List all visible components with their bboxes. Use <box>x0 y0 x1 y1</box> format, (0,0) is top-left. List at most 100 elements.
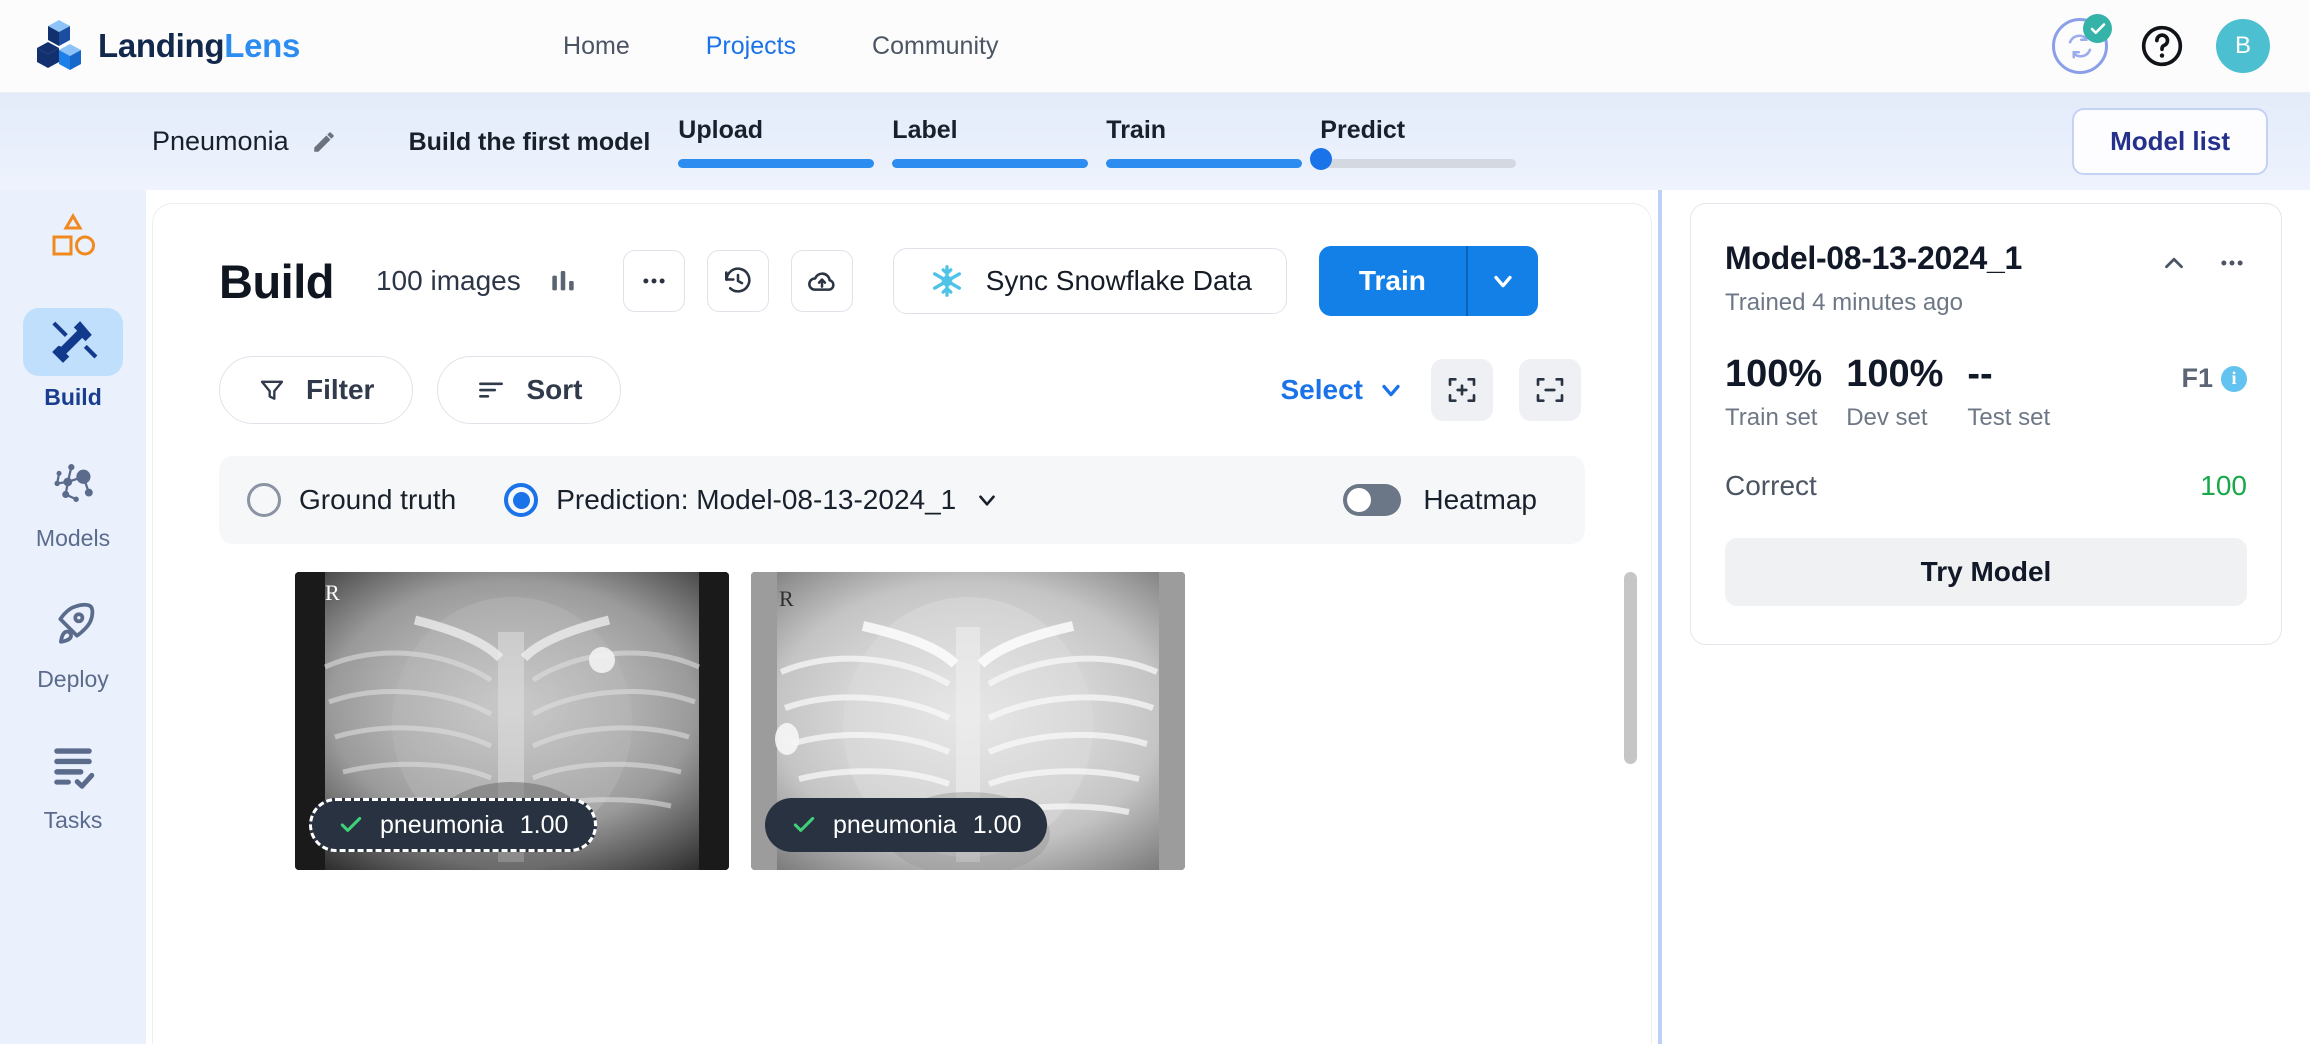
step-label-label: Label <box>892 115 958 144</box>
sidebar-item-models[interactable]: Models <box>18 449 128 552</box>
sidebar-item-tasks[interactable]: Tasks <box>18 731 128 834</box>
sidebar-item-deploy[interactable]: Deploy <box>18 590 128 693</box>
panel-divider <box>1658 190 1662 1044</box>
prediction-tag[interactable]: pneumonia 1.00 <box>309 798 598 852</box>
chevron-down-icon <box>1494 275 1512 288</box>
prediction-tag-label: pneumonia <box>833 810 957 839</box>
try-model-button[interactable]: Try Model <box>1725 538 2247 606</box>
step-label[interactable]: Label <box>892 116 1106 168</box>
image-grid: R pneumonia 1.00 R pneumonia 1.00 <box>153 544 1651 870</box>
sync-status-button[interactable] <box>2052 14 2112 74</box>
nav-link-projects[interactable]: Projects <box>668 32 834 61</box>
model-card: Model-08-13-2024_1 Trained 4 minutes ago… <box>1690 203 2282 645</box>
step-upload[interactable]: Upload <box>678 116 892 168</box>
prediction-tag-label: pneumonia <box>380 810 504 839</box>
step-train-bar <box>1106 158 1303 168</box>
filter-label: Filter <box>306 374 375 405</box>
sidebar-item-build[interactable]: Build <box>18 308 128 411</box>
prediction-radio-circle <box>504 483 539 517</box>
prediction-radio[interactable]: Prediction: Model-08-13-2024_1 <box>504 483 1000 517</box>
info-icon[interactable]: i <box>2221 365 2247 392</box>
orientation-marker: R <box>779 586 794 611</box>
correct-label: Correct <box>1725 470 1817 501</box>
model-trained-time: Trained 4 minutes ago <box>1725 289 1963 316</box>
rocket-icon <box>58 602 95 644</box>
train-dropdown-button[interactable] <box>1465 246 1538 316</box>
sidebar-item-build-label: Build <box>44 384 102 410</box>
more-options-button[interactable] <box>622 250 685 312</box>
chevron-down-icon[interactable] <box>974 487 1000 513</box>
shapes-project-icon[interactable] <box>48 212 98 258</box>
brand-name: LandingLens <box>98 27 300 65</box>
metric-train-set-label: Train set <box>1725 404 1818 431</box>
model-list-button[interactable]: Model list <box>2072 108 2268 175</box>
sidebar-item-models-label: Models <box>35 525 111 551</box>
sort-button[interactable]: Sort <box>437 356 622 424</box>
pencil-icon[interactable] <box>311 129 337 155</box>
metric-dev-set-label: Dev set <box>1846 404 1928 431</box>
nav-link-community[interactable]: Community <box>834 32 1036 61</box>
sort-label: Sort <box>526 374 583 405</box>
heatmap-toggle[interactable] <box>1343 484 1402 516</box>
bar-chart-icon[interactable] <box>547 265 579 297</box>
train-button[interactable]: Train <box>1318 246 1466 316</box>
chevron-down-icon <box>1382 384 1400 397</box>
select-dropdown[interactable]: Select <box>1281 374 1406 406</box>
content-scrollbar[interactable] <box>1624 572 1637 764</box>
step-train[interactable]: Train <box>1106 116 1320 168</box>
image-count-label: 100 images <box>375 265 521 296</box>
metric-dev-set: 100% Dev set <box>1846 353 1943 432</box>
chevron-up-icon[interactable] <box>2159 248 2189 278</box>
brand-logo[interactable]: LandingLens <box>36 20 300 72</box>
metric-dev-set-value: 100% <box>1846 353 1944 395</box>
upload-button[interactable] <box>790 250 853 312</box>
history-button[interactable] <box>706 250 769 312</box>
left-sidebar: Build Models Deploy Tasks <box>0 190 146 1044</box>
project-bar: Pneumonia Build the first model Upload L… <box>0 93 2310 190</box>
check-icon <box>2090 22 2105 34</box>
prediction-tag[interactable]: pneumonia 1.00 <box>765 798 1048 852</box>
sync-snowflake-label: Sync Snowflake Data <box>985 265 1252 296</box>
nav-right-actions: B <box>2052 14 2270 74</box>
sidebar-item-deploy-label: Deploy <box>37 666 109 692</box>
correct-row: Correct 100 <box>1725 470 2247 502</box>
annotation-mode-bar: Ground truth Prediction: Model-08-13-202… <box>219 456 1585 544</box>
correct-value: 100 <box>2200 470 2247 501</box>
step-label-bar <box>892 158 1089 168</box>
help-circle-icon[interactable] <box>2140 24 2184 68</box>
metric-train-set-value: 100% <box>1725 353 1823 395</box>
metric-test-set-value: -- <box>1967 353 1993 395</box>
app-root: LandingLens Home Projects Community B Pn… <box>0 0 2310 1044</box>
model-name: Model-08-13-2024_1 <box>1725 240 2022 276</box>
sidebar-item-deploy-iconbox <box>23 590 123 658</box>
sync-snowflake-button[interactable]: Sync Snowflake Data <box>892 248 1287 314</box>
more-horizontal-icon[interactable] <box>2217 248 2247 278</box>
stepper-title: Build the first model <box>408 127 651 156</box>
page-title: Build <box>219 254 334 308</box>
select-all-button[interactable] <box>1431 359 1493 421</box>
prediction-radio-dot <box>512 491 530 509</box>
filter-sort-row: Filter Sort Select <box>153 356 1651 424</box>
build-toolbar: Build 100 images Sync Snowflake Data Tra… <box>153 204 1651 316</box>
nav-links: Home Projects Community <box>525 32 1036 61</box>
image-card[interactable]: R pneumonia 1.00 <box>295 572 729 870</box>
deselect-all-button[interactable] <box>1519 359 1581 421</box>
ground-truth-radio[interactable]: Ground truth <box>247 483 456 517</box>
orientation-marker: R <box>325 580 340 605</box>
project-name-group: Pneumonia <box>152 126 337 157</box>
heatmap-toggle-knob <box>1347 488 1372 512</box>
nav-link-home[interactable]: Home <box>525 32 668 61</box>
step-upload-bar <box>678 158 875 168</box>
tools-hammer-icon <box>52 321 98 363</box>
check-icon <box>340 816 362 832</box>
image-card[interactable]: R pneumonia 1.00 <box>751 572 1185 870</box>
metric-type-label: F1 <box>2181 363 2213 393</box>
more-horizontal-icon <box>643 278 665 284</box>
sidebar-item-build-iconbox <box>23 308 123 376</box>
brand-name-part1: Landing <box>98 27 225 64</box>
user-avatar[interactable]: B <box>2216 19 2270 73</box>
filter-button[interactable]: Filter <box>219 356 414 424</box>
model-metrics: 100% Train set 100% Dev set -- Test set … <box>1725 353 2247 432</box>
checklist-icon <box>54 748 95 789</box>
step-predict[interactable]: Predict <box>1310 116 1534 170</box>
